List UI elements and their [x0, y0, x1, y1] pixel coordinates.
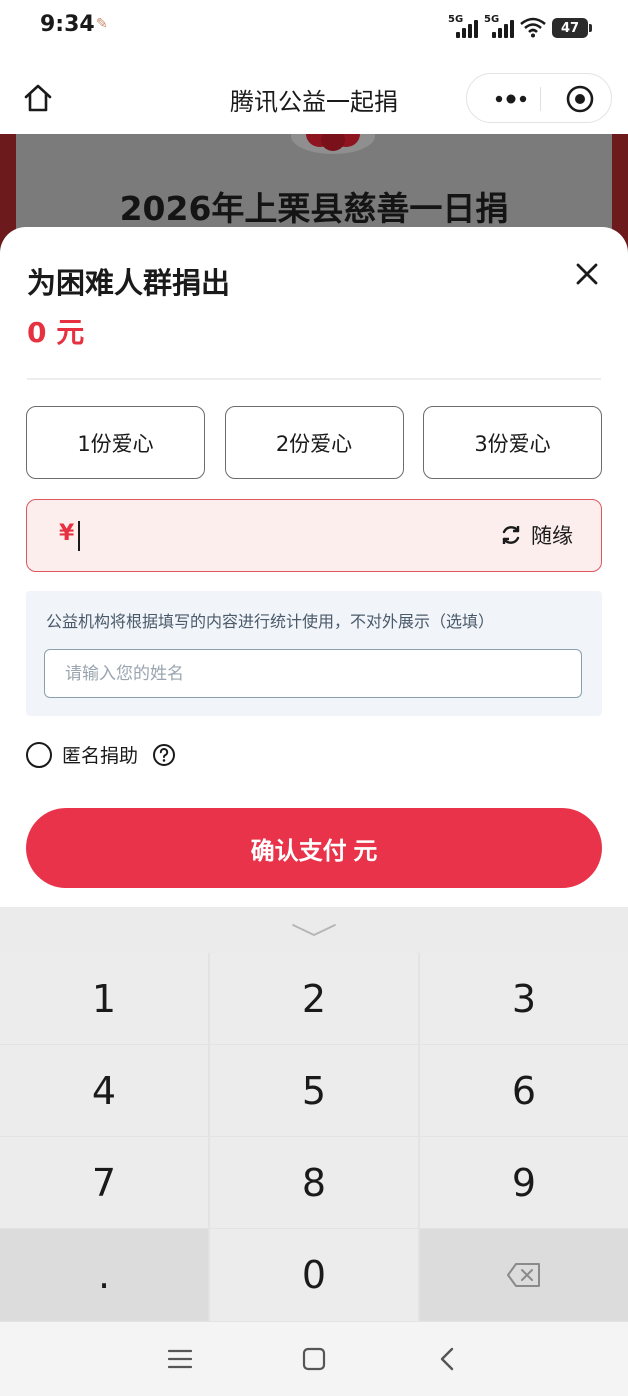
- text-cursor: [78, 521, 80, 551]
- collapse-keyboard-button[interactable]: [0, 907, 628, 953]
- key-6[interactable]: 6: [420, 1045, 628, 1136]
- sheet-title: 为困难人群捐出: [27, 266, 231, 300]
- back-button[interactable]: [430, 1342, 464, 1376]
- key-8[interactable]: 8: [210, 1137, 418, 1228]
- more-icon: [495, 94, 527, 104]
- amount-input[interactable]: ¥ 随缘: [26, 499, 602, 572]
- charity-logo-icon: [291, 134, 375, 154]
- donation-amount: 0 元: [27, 316, 85, 349]
- key-backspace[interactable]: [420, 1229, 628, 1321]
- key-2[interactable]: 2: [210, 953, 418, 1044]
- random-amount-button[interactable]: 随缘: [499, 520, 573, 550]
- keypad-grid: 1 2 3 4 5 6 7 8 9 . 0: [0, 953, 628, 1322]
- currency-symbol: ¥: [59, 521, 75, 546]
- backspace-icon: [507, 1263, 540, 1287]
- close-target-icon: [566, 85, 594, 113]
- more-button[interactable]: [483, 74, 539, 124]
- screen: 9:34 ✎ 5G 5G 47 腾讯公益一起捐 2026年上栗县慈善一日捐 为困…: [0, 0, 628, 1396]
- capsule-divider: [540, 87, 541, 111]
- confirm-pay-button[interactable]: 确认支付 元: [26, 808, 602, 888]
- back-icon: [440, 1347, 454, 1371]
- key-3[interactable]: 3: [420, 953, 628, 1044]
- exit-miniprogram-button[interactable]: [555, 74, 605, 124]
- divider: [27, 378, 601, 380]
- anonymous-option[interactable]: 匿名捐助: [26, 741, 176, 768]
- donor-info-box: 公益机构将根据填写的内容进行统计使用，不对外展示（选填）: [26, 591, 602, 716]
- option-2-button[interactable]: 2份爱心: [224, 406, 404, 479]
- key-7[interactable]: 7: [0, 1137, 208, 1228]
- battery-level: 47: [560, 20, 580, 36]
- network-type-1: 5G: [448, 14, 464, 25]
- signal-icon: 5G: [448, 14, 478, 38]
- option-3-button[interactable]: 3份爱心: [423, 406, 602, 479]
- chevron-down-icon: [292, 924, 336, 936]
- close-button[interactable]: [570, 257, 604, 291]
- key-9[interactable]: 9: [420, 1137, 628, 1228]
- status-time: 9:34: [40, 12, 95, 37]
- system-home-button[interactable]: [297, 1342, 331, 1376]
- signal-icon: 5G: [484, 14, 514, 38]
- anonymous-label: 匿名捐助: [62, 745, 139, 767]
- help-icon[interactable]: [152, 743, 176, 767]
- name-input[interactable]: [44, 649, 582, 698]
- key-decimal[interactable]: .: [0, 1229, 208, 1321]
- menu-button[interactable]: [163, 1342, 197, 1376]
- refresh-icon: [502, 526, 520, 544]
- key-5[interactable]: 5: [210, 1045, 418, 1136]
- status-bar: 9:34 ✎ 5G 5G 47: [0, 0, 628, 56]
- background-page-title: 2026年上栗县慈善一日捐: [119, 189, 509, 228]
- square-home-icon: [302, 1347, 326, 1371]
- random-amount-label: 随缘: [531, 524, 573, 548]
- anonymous-radio[interactable]: [26, 741, 52, 768]
- key-4[interactable]: 4: [0, 1045, 208, 1136]
- status-icons: 5G 5G 47: [448, 12, 592, 38]
- system-nav-bar: [0, 1322, 628, 1396]
- key-0[interactable]: 0: [210, 1229, 418, 1321]
- close-icon: [576, 263, 598, 285]
- wifi-icon: [520, 17, 546, 38]
- menu-icon: [167, 1349, 193, 1369]
- info-hint: 公益机构将根据填写的内容进行统计使用，不对外展示（选填）: [46, 612, 495, 631]
- battery-icon: 47: [552, 18, 592, 38]
- amount-options: 1份爱心 2份爱心 3份爱心: [26, 406, 602, 479]
- capsule-menu: [466, 73, 612, 123]
- numeric-keypad: 1 2 3 4 5 6 7 8 9 . 0: [0, 907, 628, 1322]
- option-1-button[interactable]: 1份爱心: [26, 406, 205, 479]
- notification-icon: ✎: [96, 16, 108, 32]
- nav-bar: 腾讯公益一起捐: [0, 62, 628, 134]
- key-1[interactable]: 1: [0, 953, 208, 1044]
- network-type-2: 5G: [484, 14, 500, 25]
- donation-sheet: 为困难人群捐出 0 元 1份爱心 2份爱心 3份爱心 ¥ 随缘 公益机构将根据填…: [0, 227, 628, 907]
